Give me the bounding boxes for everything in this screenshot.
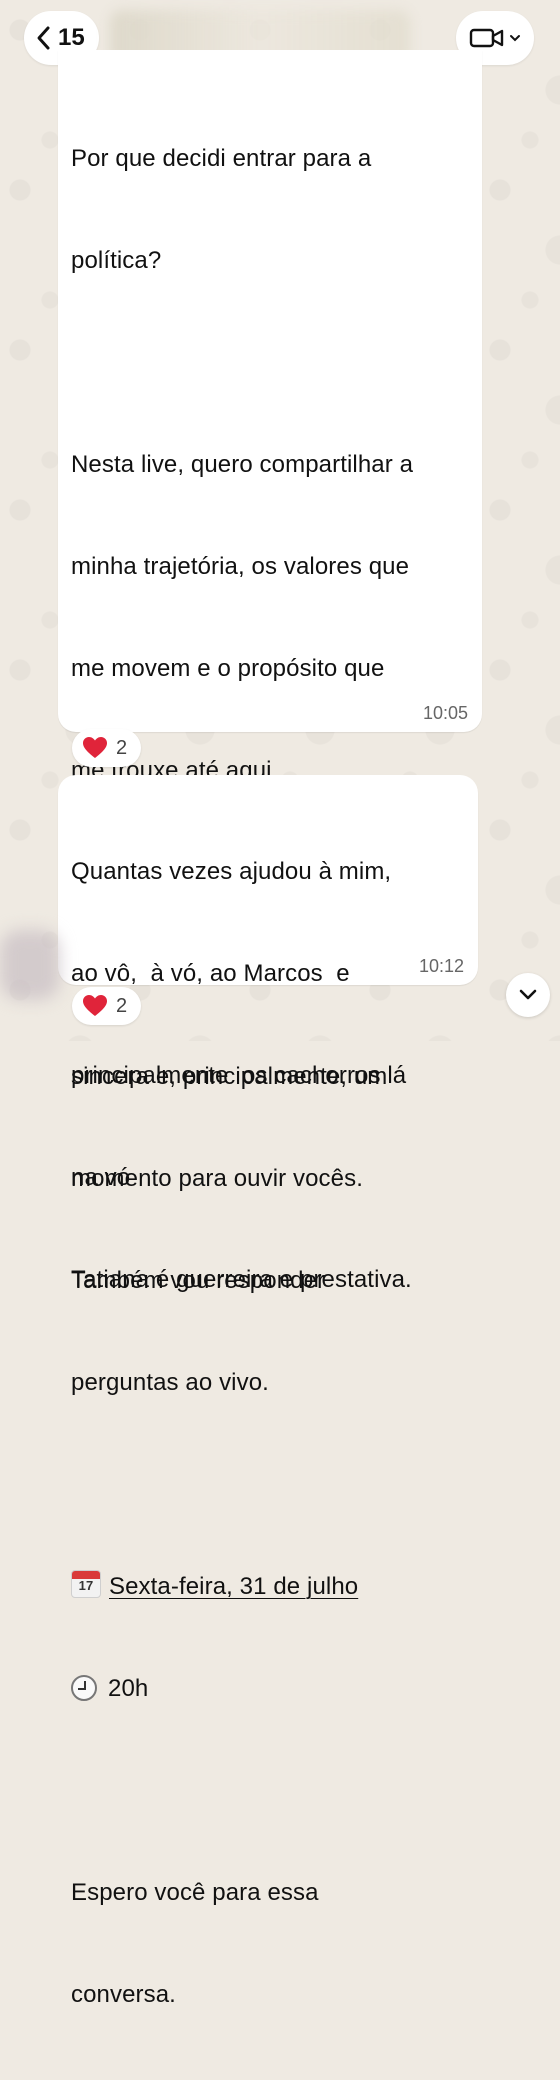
reaction-badge[interactable]: 2 xyxy=(72,987,142,1025)
message-line xyxy=(71,1774,472,1808)
message-line: principalmente os cachorros lá xyxy=(71,1062,407,1089)
calendar-icon: 17 xyxy=(71,1570,101,1598)
message-bubble[interactable]: Quantas vezes ajudou à mim, ao vô, à vó,… xyxy=(58,775,478,1293)
message-text: Quantas vezes ajudou à mim, ao vô, à vó,… xyxy=(71,787,468,1365)
time-row: 20h xyxy=(71,1672,472,1706)
message-line: Quantas vezes ajudou à mim, xyxy=(71,858,392,885)
message-line: Nesta live, quero compartilhar a xyxy=(71,451,414,478)
message-line: minha trajetória, os valores que xyxy=(71,553,410,580)
date-link[interactable]: Sexta-feira, 31 de julho xyxy=(109,1573,358,1600)
reaction-count: 2 xyxy=(116,994,128,1017)
video-camera-icon xyxy=(469,28,504,48)
scroll-to-bottom-button[interactable] xyxy=(506,973,550,1017)
message-line: ao vô, à vó, ao Marcos e xyxy=(71,960,350,987)
message-line: perguntas ao vivo. xyxy=(71,1369,269,1396)
message-line: conversa. xyxy=(71,1981,176,2008)
message-line: me movem e o propósito que xyxy=(71,655,385,682)
message-line: na vó xyxy=(71,1164,131,1191)
avatar-blurred xyxy=(0,930,60,1000)
message-line: Por que decidi entrar para a xyxy=(71,145,372,172)
reaction-count: 2 xyxy=(116,736,128,759)
message-timestamp: 10:12 xyxy=(418,956,464,976)
unread-count: 15 xyxy=(58,24,85,51)
clock-icon xyxy=(71,1675,97,1701)
date-row: 17 Sexta-feira, 31 de julho xyxy=(71,1570,472,1604)
message-bubble[interactable]: Por que decidi entrar para a política? N… xyxy=(58,50,482,2008)
chevron-down-icon xyxy=(519,989,537,1000)
message-timestamp: 10:05 xyxy=(422,703,468,723)
heart-icon xyxy=(83,995,107,1016)
heart-icon xyxy=(83,737,107,758)
chevron-down-icon xyxy=(510,35,520,42)
event-time: 20h xyxy=(108,1675,149,1702)
message-line: Tatiana é guerreira e prestativa. xyxy=(71,1266,412,1293)
message-line: política? xyxy=(71,247,162,274)
message-line: Espero você para essa xyxy=(71,1879,319,1906)
message-line xyxy=(71,1468,472,1502)
reaction-badge[interactable]: 2 xyxy=(72,729,142,767)
chevron-left-icon xyxy=(37,26,50,50)
message-line xyxy=(71,346,472,380)
